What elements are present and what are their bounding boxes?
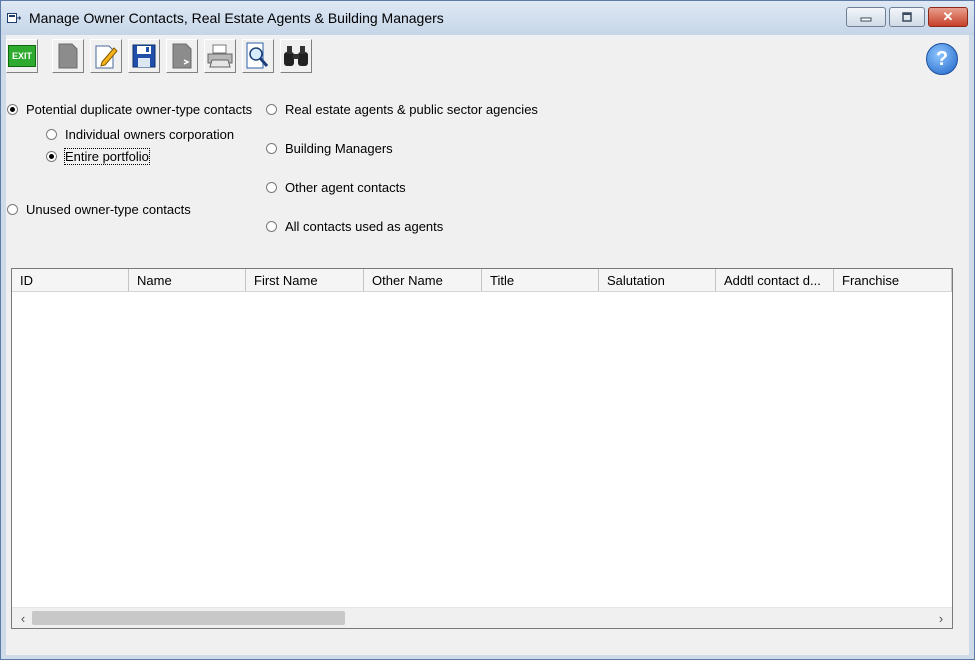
radio-dot-checked-icon bbox=[7, 104, 18, 115]
save-button[interactable] bbox=[128, 39, 160, 73]
minimize-button[interactable] bbox=[846, 7, 886, 27]
radio-potential-duplicate[interactable]: Potential duplicate owner-type contacts bbox=[7, 102, 252, 117]
column-header-other-name[interactable]: Other Name bbox=[364, 269, 482, 291]
close-icon: ✕ bbox=[942, 9, 954, 24]
radio-dot-icon bbox=[266, 182, 277, 193]
radio-label: Real estate agents & public sector agenc… bbox=[285, 102, 538, 117]
scroll-left-icon[interactable]: ‹ bbox=[14, 608, 32, 628]
print-icon bbox=[207, 44, 233, 68]
toolbar: EXIT ? bbox=[6, 39, 969, 75]
exit-icon: EXIT bbox=[8, 45, 36, 67]
find-button[interactable] bbox=[280, 39, 312, 73]
radio-dot-icon bbox=[266, 143, 277, 154]
scroll-right-icon[interactable]: › bbox=[932, 608, 950, 628]
radio-building-managers[interactable]: Building Managers bbox=[266, 141, 393, 156]
horizontal-scrollbar[interactable]: ‹ › bbox=[12, 607, 952, 628]
help-button[interactable]: ? bbox=[926, 43, 958, 75]
radio-dot-icon bbox=[266, 104, 277, 115]
radio-label: Unused owner-type contacts bbox=[26, 202, 191, 217]
print-button[interactable] bbox=[204, 39, 236, 73]
title-bar: Manage Owner Contacts, Real Estate Agent… bbox=[1, 1, 974, 35]
column-header-id[interactable]: ID bbox=[12, 269, 129, 291]
radio-dot-icon bbox=[46, 129, 57, 140]
new-document-icon bbox=[58, 43, 78, 69]
edit-button[interactable] bbox=[90, 39, 122, 73]
radio-individual-owners[interactable]: Individual owners corporation bbox=[46, 127, 234, 142]
column-header-salutation[interactable]: Salutation bbox=[599, 269, 716, 291]
radio-dot-icon bbox=[7, 204, 18, 215]
binoculars-icon bbox=[284, 46, 308, 66]
new-button[interactable] bbox=[52, 39, 84, 73]
scrollbar-thumb[interactable] bbox=[32, 611, 345, 625]
radio-entire-portfolio[interactable]: Entire portfolio bbox=[46, 148, 150, 165]
print-preview-button[interactable] bbox=[242, 39, 274, 73]
column-header-name[interactable]: Name bbox=[129, 269, 246, 291]
radio-other-agent[interactable]: Other agent contacts bbox=[266, 180, 406, 195]
radio-real-estate-agents[interactable]: Real estate agents & public sector agenc… bbox=[266, 102, 538, 117]
minimize-icon bbox=[860, 17, 872, 22]
column-header-franchise[interactable]: Franchise bbox=[834, 269, 952, 291]
maximize-button[interactable] bbox=[889, 7, 925, 27]
column-header-addtl-contact[interactable]: Addtl contact d... bbox=[716, 269, 834, 291]
radio-label: Potential duplicate owner-type contacts bbox=[26, 102, 253, 117]
radio-label: All contacts used as agents bbox=[285, 219, 444, 234]
radio-unused-owner[interactable]: Unused owner-type contacts bbox=[7, 202, 191, 217]
radio-label: Entire portfolio bbox=[64, 148, 150, 165]
grid-header: ID Name First Name Other Name Title Salu… bbox=[12, 269, 952, 292]
radio-label: Building Managers bbox=[285, 141, 393, 156]
export-icon bbox=[172, 43, 192, 69]
contacts-grid[interactable]: ID Name First Name Other Name Title Salu… bbox=[11, 268, 953, 629]
print-preview-icon bbox=[246, 42, 269, 69]
radio-label: Other agent contacts bbox=[285, 180, 406, 195]
maximize-icon bbox=[902, 12, 912, 22]
app-window: Manage Owner Contacts, Real Estate Agent… bbox=[0, 0, 975, 660]
column-header-title[interactable]: Title bbox=[482, 269, 599, 291]
column-header-first-name[interactable]: First Name bbox=[246, 269, 364, 291]
edit-icon bbox=[95, 45, 118, 69]
client-area: EXIT ? Potential duplicate owner-type co… bbox=[6, 35, 969, 655]
radio-all-contacts-agents[interactable]: All contacts used as agents bbox=[266, 219, 443, 234]
save-icon bbox=[132, 44, 156, 68]
app-icon bbox=[7, 13, 21, 23]
exit-button[interactable]: EXIT bbox=[6, 39, 38, 73]
window-title: Manage Owner Contacts, Real Estate Agent… bbox=[29, 10, 444, 26]
export-button[interactable] bbox=[166, 39, 198, 73]
radio-dot-icon bbox=[266, 221, 277, 232]
radio-dot-checked-icon bbox=[46, 151, 57, 162]
radio-label: Individual owners corporation bbox=[65, 127, 235, 142]
close-button[interactable]: ✕ bbox=[928, 7, 968, 27]
